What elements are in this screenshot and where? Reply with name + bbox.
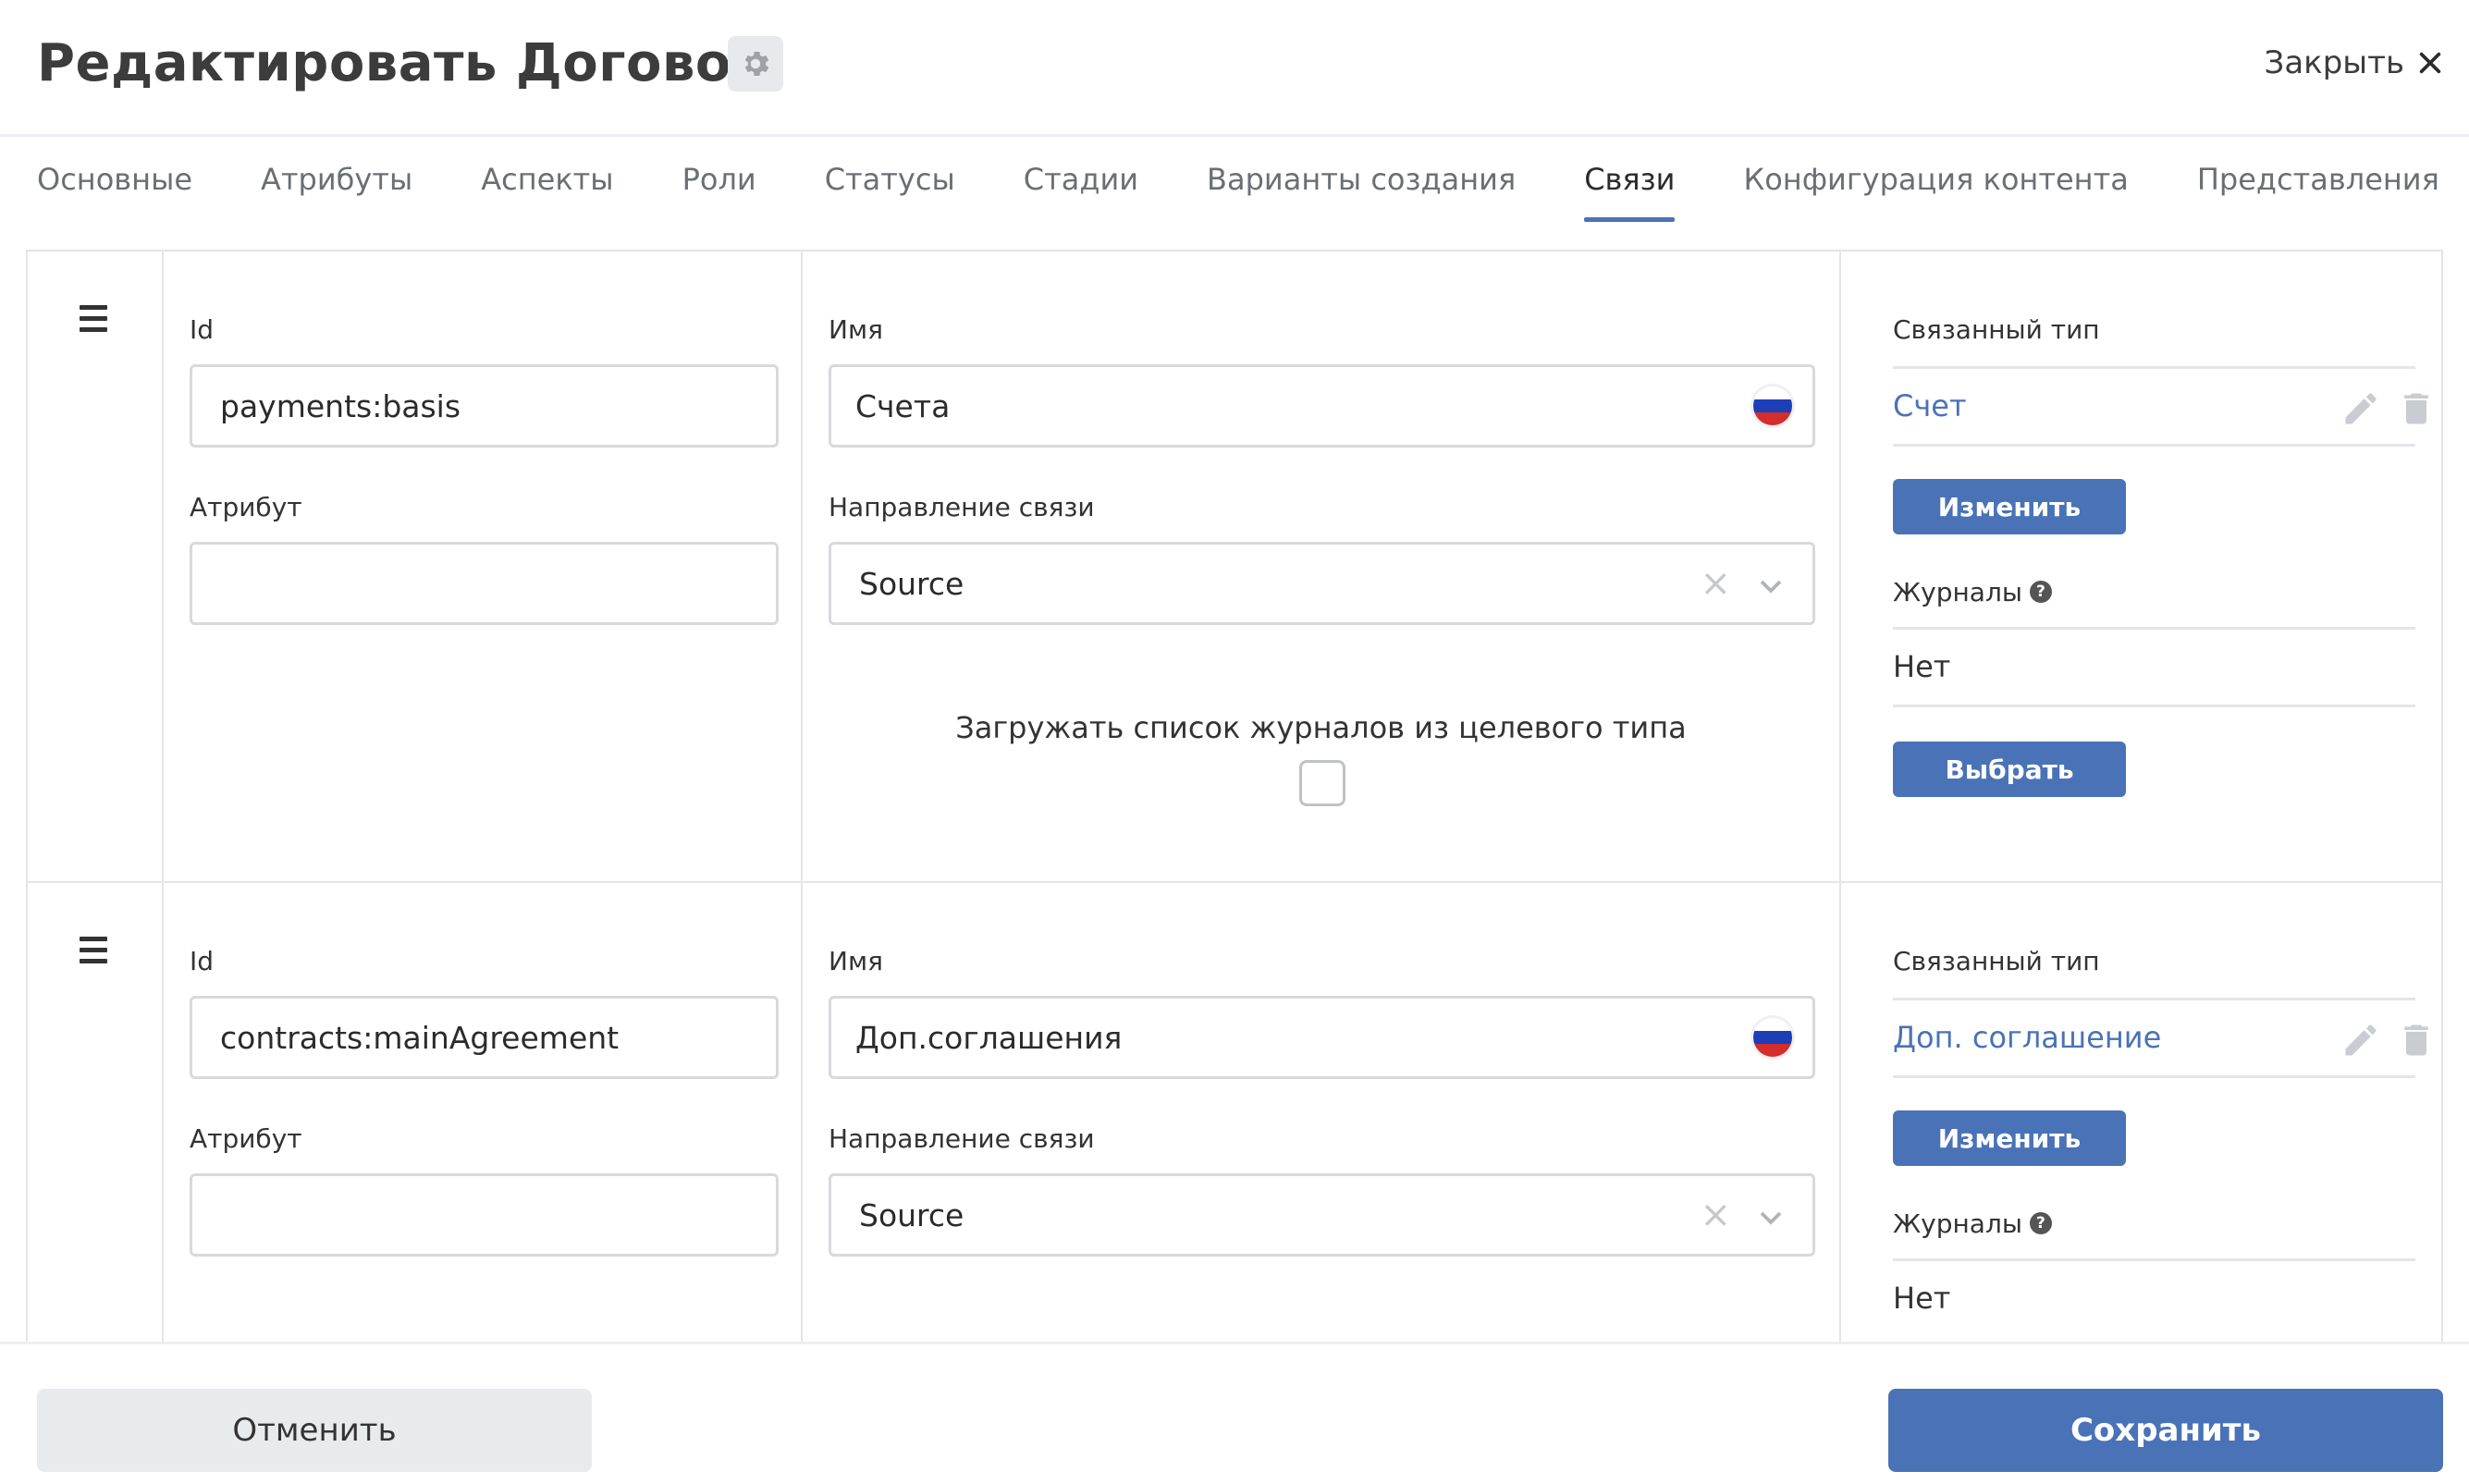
load-journals-label: Загружать список журналов из целевого ти… — [955, 710, 1687, 745]
drag-handle-icon[interactable] — [80, 937, 107, 970]
name-value: Счета — [855, 387, 951, 424]
tab-content-config[interactable]: Конфигурация контента — [1743, 137, 2128, 222]
journals-label-wrap: Журналы? — [1893, 1208, 2052, 1239]
field-divider — [1893, 705, 2415, 707]
settings-button[interactable] — [728, 36, 783, 92]
clear-icon[interactable]: × — [1700, 565, 1731, 602]
association-row: Id payments:basis Атрибут Имя Счета Напр… — [28, 251, 2441, 883]
save-button[interactable]: Сохранить — [1888, 1389, 2443, 1472]
select-journals-button[interactable]: Выбрать — [1893, 742, 2126, 797]
load-journals-checkbox[interactable] — [1299, 760, 1345, 806]
help-icon[interactable]: ? — [2029, 1212, 2052, 1234]
tab-statuses[interactable]: Статусы — [825, 137, 955, 222]
field-divider — [1893, 444, 2415, 447]
tab-bar: Основные Атрибуты Аспекты Роли Статусы С… — [37, 137, 2469, 248]
journals-label-wrap: Журналы? — [1893, 577, 2052, 607]
name-input[interactable]: Доп.соглашения — [829, 996, 1815, 1079]
drag-column — [28, 883, 164, 1343]
name-label: Имя — [829, 946, 883, 976]
linked-type-column: Связанный тип Счет Изменить Журналы? Нет… — [1841, 251, 2441, 881]
journals-label: Журналы — [1893, 577, 2022, 607]
chevron-down-icon[interactable] — [1757, 1204, 1785, 1232]
russian-flag-icon[interactable] — [1753, 386, 1792, 425]
linked-type-label: Связанный тип — [1893, 946, 2100, 976]
name-column: Имя Доп.соглашения Направление связи Sou… — [803, 883, 1841, 1343]
associations-table: Id payments:basis Атрибут Имя Счета Напр… — [26, 250, 2443, 1343]
tab-main[interactable]: Основные — [37, 137, 192, 222]
tab-associations[interactable]: Связи — [1584, 137, 1676, 222]
id-label: Id — [190, 314, 215, 345]
cancel-button[interactable]: Отменить — [37, 1389, 592, 1472]
id-column: Id payments:basis Атрибут — [164, 251, 803, 881]
clear-icon[interactable]: × — [1700, 1196, 1731, 1233]
change-linked-type-button[interactable]: Изменить — [1893, 479, 2126, 534]
linked-type-link[interactable]: Счет — [1893, 388, 1967, 423]
tab-aspects[interactable]: Аспекты — [481, 137, 613, 222]
attribute-label: Атрибут — [190, 1123, 302, 1154]
drag-handle-icon[interactable] — [80, 305, 107, 338]
tab-views[interactable]: Представления — [2197, 137, 2439, 222]
association-row: Id contracts:mainAgreement Атрибут Имя Д… — [28, 883, 2441, 1343]
close-button[interactable]: Закрыть — [2265, 44, 2443, 81]
field-divider — [1893, 998, 2415, 1000]
russian-flag-icon[interactable] — [1753, 1018, 1792, 1057]
chevron-down-icon[interactable] — [1757, 572, 1785, 600]
attribute-input[interactable] — [190, 1173, 779, 1257]
journals-value: Нет — [1893, 1281, 1951, 1316]
id-input[interactable]: payments:basis — [190, 364, 779, 448]
direction-value: Source — [859, 565, 964, 602]
pencil-icon[interactable] — [2340, 1020, 2381, 1061]
name-input[interactable]: Счета — [829, 364, 1815, 448]
trash-icon[interactable] — [2396, 388, 2437, 429]
field-divider — [1893, 1075, 2415, 1078]
modal-footer: Отменить Сохранить — [0, 1342, 2469, 1484]
trash-icon[interactable] — [2396, 1020, 2437, 1061]
gear-icon — [744, 51, 769, 77]
modal-header: Редактировать Договор Закрыть — [0, 0, 2469, 137]
page-title: Редактировать Договор — [37, 33, 769, 93]
linked-type-label: Связанный тип — [1893, 314, 2100, 345]
linked-type-link[interactable]: Доп. соглашение — [1893, 1020, 2161, 1055]
field-divider — [1893, 627, 2415, 630]
direction-label: Направление связи — [829, 492, 1095, 522]
pencil-icon[interactable] — [2340, 388, 2381, 429]
tab-create-variants[interactable]: Варианты создания — [1207, 137, 1516, 222]
name-value: Доп.соглашения — [855, 1019, 1123, 1056]
id-input[interactable]: contracts:mainAgreement — [190, 996, 779, 1079]
close-label: Закрыть — [2264, 44, 2404, 81]
direction-label: Направление связи — [829, 1123, 1095, 1154]
attribute-label: Атрибут — [190, 492, 302, 522]
id-label: Id — [190, 946, 215, 976]
id-column: Id contracts:mainAgreement Атрибут — [164, 883, 803, 1343]
tab-attributes[interactable]: Атрибуты — [261, 137, 412, 222]
name-label: Имя — [829, 314, 883, 345]
tab-stages[interactable]: Стадии — [1024, 137, 1138, 222]
drag-column — [28, 251, 164, 881]
direction-select[interactable]: Source × — [829, 542, 1815, 625]
tab-roles[interactable]: Роли — [682, 137, 756, 222]
name-column: Имя Счета Направление связи Source × Заг… — [803, 251, 1841, 881]
field-divider — [1893, 1258, 2415, 1261]
linked-type-column: Связанный тип Доп. соглашение Изменить Ж… — [1841, 883, 2441, 1343]
help-icon[interactable]: ? — [2029, 581, 2052, 603]
attribute-input[interactable] — [190, 542, 779, 625]
field-divider — [1893, 366, 2415, 369]
direction-select[interactable]: Source × — [829, 1173, 1815, 1257]
direction-value: Source — [859, 1196, 964, 1233]
journals-label: Журналы — [1893, 1208, 2022, 1239]
close-icon — [2419, 52, 2441, 74]
change-linked-type-button[interactable]: Изменить — [1893, 1110, 2126, 1166]
journals-value: Нет — [1893, 649, 1951, 684]
